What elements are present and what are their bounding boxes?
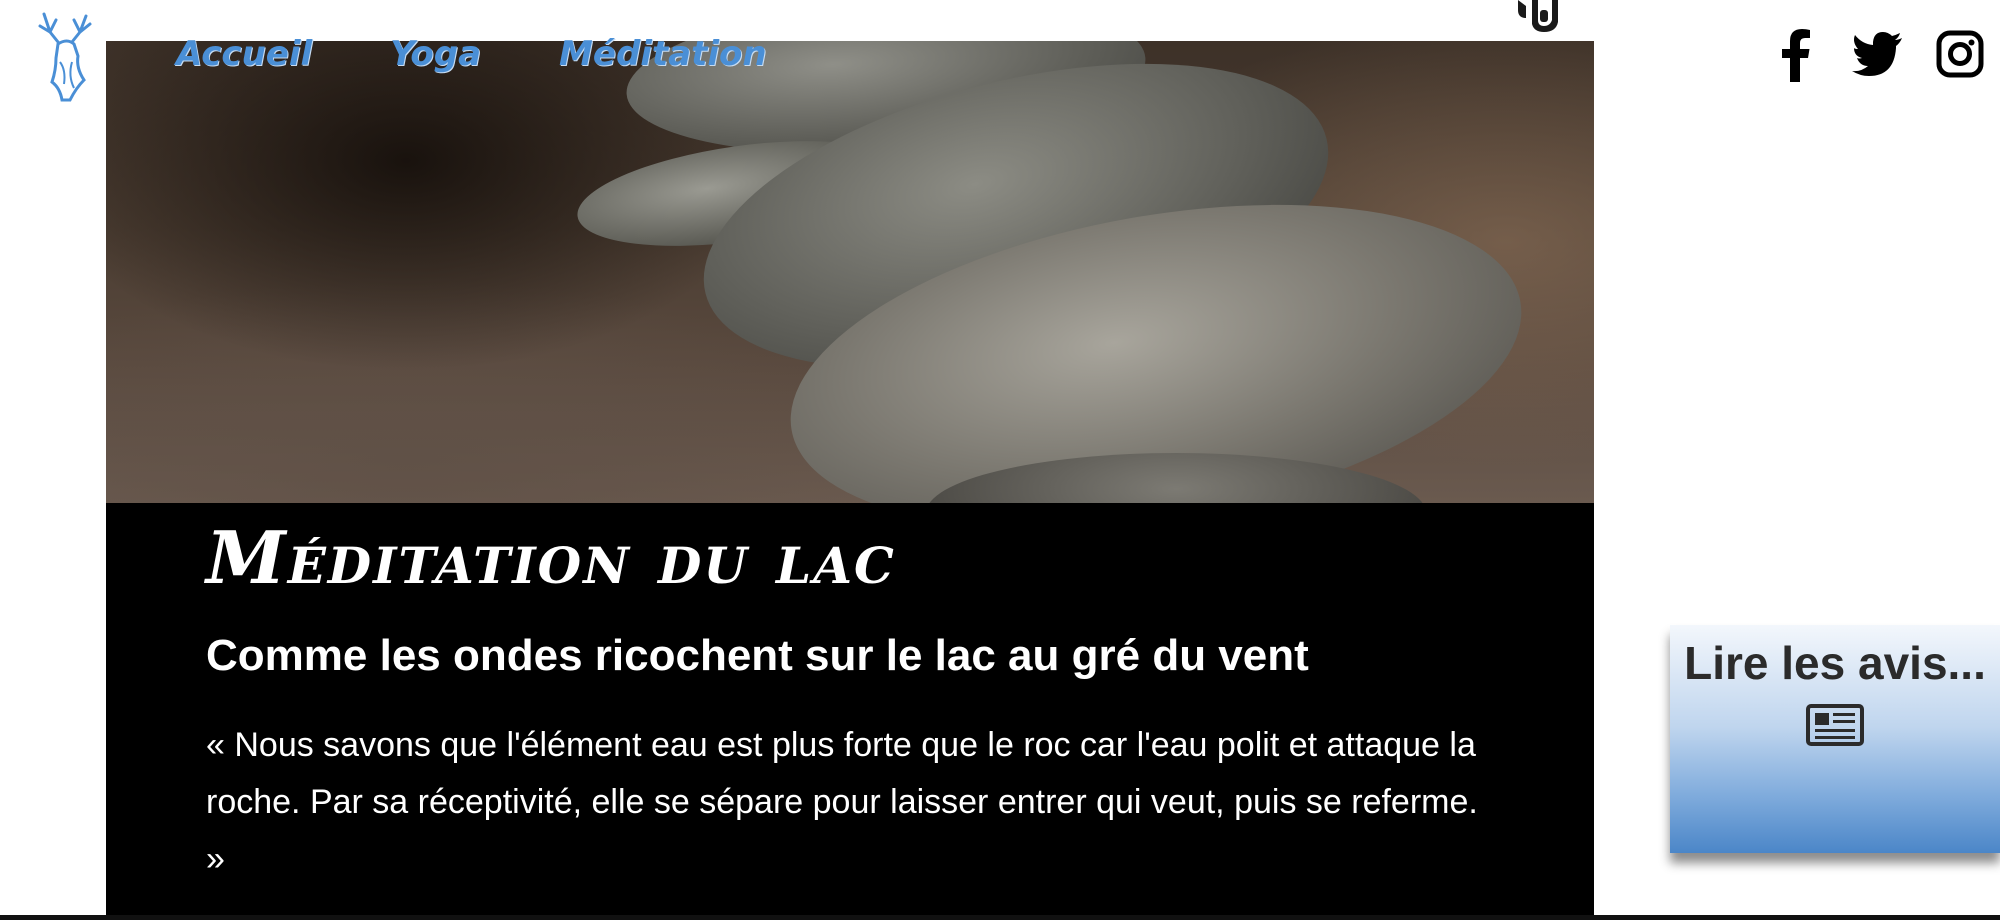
nav-item-yoga[interactable]: Yoga <box>390 34 481 74</box>
page-title: Méditation du lac <box>206 515 896 600</box>
facebook-icon[interactable] <box>1770 26 1822 82</box>
main-nav: Accueil Yoga Méditation <box>176 34 767 74</box>
deer-logo-icon[interactable] <box>26 10 108 102</box>
social-links <box>1770 26 1986 82</box>
hero-text-panel: Méditation du lac Comme les ondes ricoch… <box>106 503 1594 920</box>
divider <box>0 915 2000 920</box>
headset-icon[interactable] <box>1512 0 1570 36</box>
page-subtitle: Comme les ondes ricochent sur le lac au … <box>206 631 1309 680</box>
newspaper-icon <box>1805 703 1865 747</box>
nav-item-meditation[interactable]: Méditation <box>559 34 767 74</box>
instagram-icon[interactable] <box>1934 26 1986 82</box>
twitter-icon[interactable] <box>1852 26 1904 82</box>
quote-text: « Nous savons que l'élément eau est plus… <box>206 726 1478 878</box>
read-reviews-label: Lire les avis... <box>1684 637 1986 689</box>
hero-image <box>106 41 1594 503</box>
read-reviews-button[interactable]: Lire les avis... <box>1670 625 2000 853</box>
nav-item-accueil[interactable]: Accueil <box>176 34 312 74</box>
page: Accueil Yoga Méditation Méditation du la… <box>0 0 2000 920</box>
